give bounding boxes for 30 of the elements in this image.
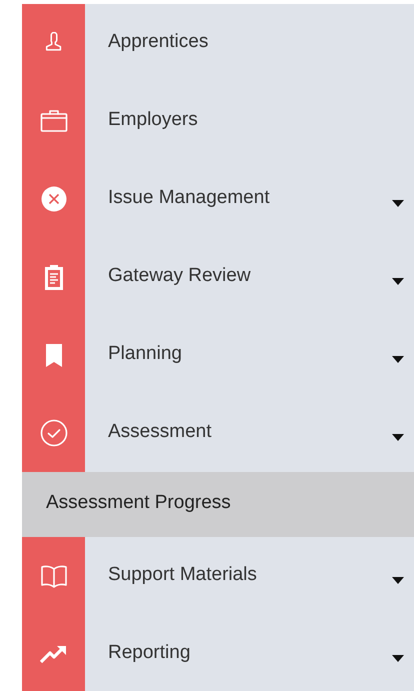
nav-item-label: Assessment [108, 420, 212, 444]
caret-icon [392, 654, 404, 662]
clipboard-icon [42, 263, 64, 291]
caret-icon [392, 356, 404, 362]
nav-item-label: Support Materials [108, 562, 258, 587]
bookmark-icon [44, 343, 62, 367]
nav-item-label: Issue Management [108, 186, 271, 210]
nav-item[interactable]: Reporting [85, 615, 414, 691]
nav-item[interactable]: Planning [85, 316, 414, 394]
book-icon [40, 564, 68, 588]
nav-item[interactable]: Issue Management [85, 160, 414, 238]
nav-item[interactable]: Gateway Review [85, 238, 414, 316]
nav-item-label: Reporting [108, 640, 192, 665]
trend-up-icon [40, 644, 68, 664]
briefcase-icon [40, 109, 68, 133]
caret-icon [392, 576, 404, 584]
nav-item-label: Planning [108, 342, 183, 366]
submenu-item[interactable]: Assessment Progress [22, 472, 414, 537]
nav-item-label: Employers [108, 108, 199, 132]
caret-icon [392, 200, 404, 206]
caret-icon [392, 278, 404, 284]
nav-item[interactable]: Assessment [85, 394, 414, 472]
close-circle-icon [40, 186, 66, 212]
nav-item[interactable]: Support Materials [85, 537, 414, 615]
nav-item[interactable]: Employers [85, 82, 414, 160]
nav-item-label: Apprentices [108, 30, 210, 54]
check-circle-icon [40, 419, 68, 447]
nav-item[interactable]: Apprentices [85, 4, 414, 82]
nav-item-label: Gateway Review [108, 264, 252, 288]
caret-icon [392, 434, 404, 440]
